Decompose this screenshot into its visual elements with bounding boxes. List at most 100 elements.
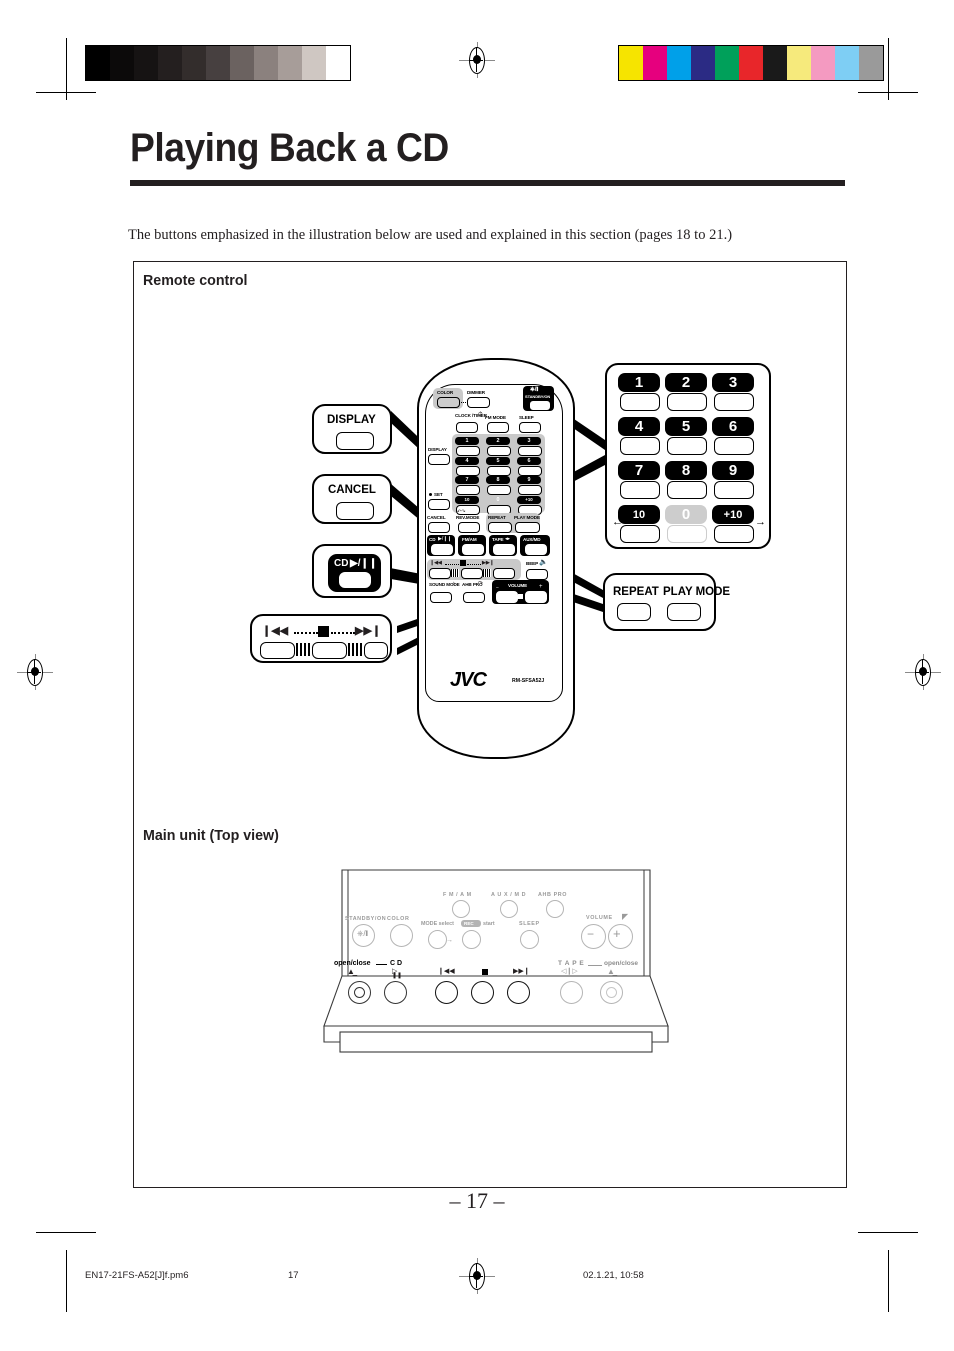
mu-color-knob[interactable] <box>390 924 413 947</box>
mu-fm-am-knob[interactable] <box>452 900 470 918</box>
callout-number-keyhole-10[interactable] <box>620 525 660 543</box>
remote-number-key-5[interactable]: 5 <box>486 456 510 465</box>
remote-number-keyhole-2[interactable] <box>487 446 511 456</box>
remote-fmam-button[interactable] <box>462 544 484 555</box>
callout-cancel[interactable]: CANCEL <box>312 474 392 524</box>
remote-stop-button[interactable] <box>461 568 483 579</box>
remote-number-keyhole-3[interactable] <box>518 446 542 456</box>
mu-mode-select-knob[interactable] <box>428 930 447 949</box>
remote-number-keyhole-1[interactable] <box>456 446 480 456</box>
callout-number-key-7[interactable]: 7 <box>618 461 660 480</box>
callout-skip-back-key[interactable] <box>260 642 295 659</box>
remote-repeat-button[interactable] <box>488 522 512 533</box>
callout-repeat-playmode[interactable]: REPEAT PLAY MODE <box>603 573 730 631</box>
fm-mode-label: FM MODE <box>485 415 506 420</box>
remote-number-key-2[interactable]: 2 <box>486 437 510 445</box>
callout-display[interactable]: DISPLAY <box>312 404 392 454</box>
remote-skip-forward-button[interactable] <box>493 568 515 579</box>
callout-number-keyhole-8[interactable] <box>667 481 707 499</box>
remote-number-keyhole-5[interactable] <box>487 465 511 476</box>
callout-cd-key[interactable] <box>339 572 371 588</box>
callout-number-key-6[interactable]: 6 <box>712 417 754 436</box>
remote-number-key-4[interactable]: 4 <box>455 456 479 465</box>
remote-playmode-button[interactable] <box>515 522 540 533</box>
mu-aux-md-knob[interactable] <box>500 900 518 918</box>
callout-number-key-0[interactable]: 0 <box>665 505 707 524</box>
callout-display-key[interactable] <box>336 432 374 450</box>
callout-number-keyhole-5[interactable] <box>667 437 707 455</box>
callout-number-key-4[interactable]: 4 <box>618 417 660 436</box>
mu-sleep-knob[interactable] <box>520 930 539 949</box>
remote-number-keyhole-7[interactable] <box>456 485 480 495</box>
mu-rec-start-knob[interactable] <box>462 930 481 949</box>
set-button[interactable] <box>428 499 450 510</box>
dimmer-button[interactable] <box>467 397 490 408</box>
beep-button[interactable] <box>526 569 548 580</box>
mu-stop-button[interactable] <box>471 981 494 1004</box>
mu-cd-pause-icon: ❚❚ <box>392 973 403 979</box>
remote-number-key-7[interactable]: 7 <box>455 476 479 484</box>
callout-number-key-3[interactable]: 3 <box>712 373 754 392</box>
callout-number-key-2[interactable]: 2 <box>665 373 707 392</box>
mu-ahb-pro-knob[interactable] <box>546 900 564 918</box>
callout-number-key-5[interactable]: 5 <box>665 417 707 436</box>
callout-number-keyhole-4[interactable] <box>620 437 660 455</box>
remote-number-key-9[interactable]: 9 <box>517 476 541 484</box>
callout-number-key-9[interactable]: 9 <box>712 461 754 480</box>
clock-timer-button[interactable] <box>456 422 478 433</box>
standby-button[interactable] <box>529 400 551 411</box>
callout-number-keyhole-1[interactable] <box>620 393 660 411</box>
callout-numeric-keypad[interactable]: 1 2 3 4 5 6 7 8 9 10 0 +10 <box>605 363 771 549</box>
callout-number-keyhole-2[interactable] <box>667 393 707 411</box>
remote-skip-back-button[interactable] <box>429 568 451 579</box>
callout-number-key-10[interactable]: 10 <box>618 505 660 524</box>
volume-down-button[interactable] <box>496 591 518 603</box>
rev-mode-button[interactable] <box>458 522 480 533</box>
remote-number-key-1[interactable]: 1 <box>455 437 479 445</box>
callout-number-key-8[interactable]: 8 <box>665 461 707 480</box>
remote-number-keyhole-8[interactable] <box>487 485 511 495</box>
remote-display-button[interactable] <box>428 454 450 465</box>
mu-cd-dash <box>376 964 387 965</box>
callout-repeat-key[interactable] <box>617 603 651 621</box>
sound-mode-button[interactable] <box>430 592 452 603</box>
volume-up-button[interactable] <box>525 591 547 603</box>
ahb-pro-button[interactable] <box>463 592 485 603</box>
remote-cd-button[interactable] <box>431 544 453 555</box>
mu-tape-direction-button[interactable] <box>560 981 583 1004</box>
callout-cd-play-pause[interactable]: CD ▶/❙❙ <box>312 544 392 598</box>
remote-number-keyhole-4[interactable] <box>456 465 480 476</box>
mu-skip-forward-button[interactable] <box>507 981 530 1004</box>
remote-number-key-8[interactable]: 8 <box>486 476 510 484</box>
remote-number-key-+10[interactable]: +10 <box>517 495 541 504</box>
callout-stop-key[interactable] <box>312 642 347 659</box>
callout-number-keyhole-0[interactable] <box>667 525 707 543</box>
callout-number-keyhole-3[interactable] <box>714 393 754 411</box>
callout-skip-forward-key[interactable] <box>364 642 388 659</box>
crop-mark-top-left <box>36 92 96 93</box>
callout-number-keyhole-7[interactable] <box>620 481 660 499</box>
callout-skip-search[interactable]: ❙◀◀ ▶▶❙ <box>250 614 392 663</box>
mu-cd-play-button[interactable] <box>384 981 407 1004</box>
fm-mode-button[interactable] <box>487 422 509 433</box>
remote-number-key-3[interactable]: 3 <box>517 437 541 445</box>
remote-number-key-6[interactable]: 6 <box>517 456 541 465</box>
callout-playmode-key[interactable] <box>667 603 701 621</box>
callout-number-keyhole-6[interactable] <box>714 437 754 455</box>
callout-cancel-key[interactable] <box>336 502 374 520</box>
color-button[interactable] <box>437 397 460 408</box>
remote-number-keyhole-6[interactable] <box>518 465 542 476</box>
remote-number-key-0[interactable]: 0 <box>486 495 510 504</box>
sleep-button[interactable] <box>519 422 541 433</box>
remote-cancel-button[interactable] <box>428 522 450 533</box>
callout-number-keyhole-9[interactable] <box>714 481 754 499</box>
remote-tape-button[interactable] <box>493 544 515 555</box>
remote-auxmd-button[interactable] <box>525 544 547 555</box>
callout-number-key-+10[interactable]: +10 <box>712 505 754 524</box>
remote-number-keyhole-9[interactable] <box>518 485 542 495</box>
mu-skip-back-button[interactable] <box>435 981 458 1004</box>
jvc-logo: JVC <box>450 669 487 691</box>
remote-number-key-10[interactable]: 10 <box>455 495 479 504</box>
callout-number-keyhole-+10[interactable] <box>714 525 754 543</box>
callout-number-key-1[interactable]: 1 <box>618 373 660 392</box>
